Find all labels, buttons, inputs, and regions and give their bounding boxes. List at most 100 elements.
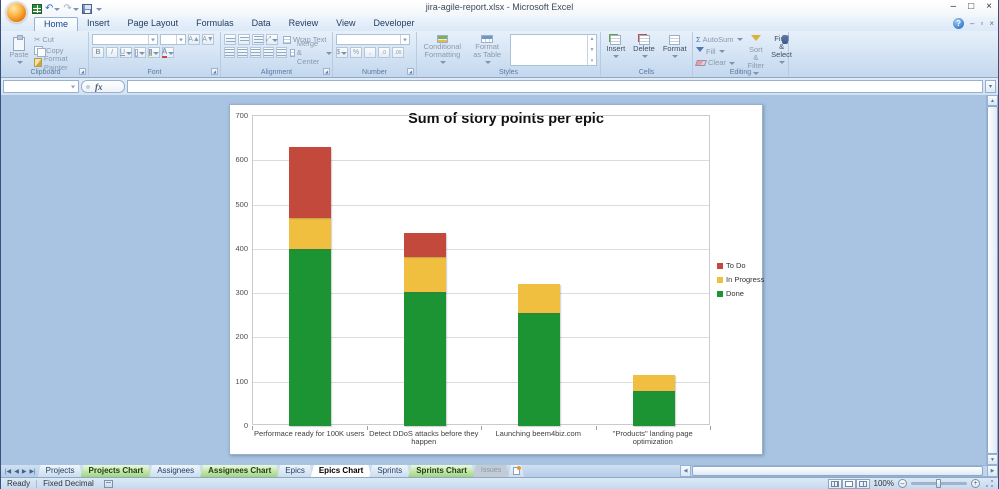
clear-button[interactable]: Clear <box>696 57 743 68</box>
plot-area[interactable] <box>252 115 710 425</box>
ribbon-tab-view[interactable]: View <box>327 17 364 31</box>
scroll-right-icon[interactable]: ▶ <box>987 465 998 477</box>
bar-segment-done-3[interactable] <box>518 313 560 426</box>
font-dialog-launcher[interactable] <box>211 68 218 75</box>
sheet-tab-epics-chart[interactable]: Epics Chart <box>311 465 371 477</box>
sheet-tab-projects[interactable]: Projects <box>38 465 83 477</box>
resize-grip[interactable] <box>984 479 994 489</box>
accounting-format-button[interactable]: $ <box>336 47 348 58</box>
fill-color-button[interactable] <box>148 47 160 58</box>
cell-styles-gallery[interactable]: ▲ ▼ ▾ <box>510 34 597 66</box>
cut-button[interactable]: ✂Cut <box>34 34 85 45</box>
first-sheet-button[interactable]: |◀ <box>5 468 11 475</box>
find-select-button[interactable]: Find & Select <box>769 34 794 68</box>
increase-indent-button[interactable] <box>276 47 287 58</box>
help-icon[interactable]: ? <box>953 18 964 29</box>
number-dialog-launcher[interactable] <box>407 68 414 75</box>
ribbon-tab-insert[interactable]: Insert <box>78 17 119 31</box>
chart-legend[interactable]: To DoIn ProgressDone <box>717 261 764 298</box>
page-layout-view-button[interactable] <box>842 479 856 489</box>
format-cells-button[interactable]: Format <box>661 34 689 68</box>
borders-button[interactable] <box>134 47 146 58</box>
office-button-icon[interactable] <box>6 2 27 23</box>
ribbon-tab-formulas[interactable]: Formulas <box>187 17 243 31</box>
vertical-scrollbar[interactable]: ▲ ▼ <box>986 95 998 465</box>
underline-button[interactable]: U <box>120 47 132 58</box>
next-sheet-button[interactable]: ▶ <box>22 468 27 475</box>
italic-button[interactable]: I <box>106 47 118 58</box>
insert-worksheet-button[interactable] <box>508 465 524 477</box>
horizontal-scrollbar[interactable]: ◀ ▶ <box>680 465 998 477</box>
zoom-in-icon[interactable]: + <box>971 479 980 488</box>
bar-segment-to-do-2[interactable] <box>404 233 446 256</box>
legend-item-done[interactable]: Done <box>717 289 764 298</box>
bold-button[interactable]: B <box>92 47 104 58</box>
close-button[interactable]: × <box>986 1 992 12</box>
workbook-restore-button[interactable]: ▫ <box>980 18 983 29</box>
minimize-button[interactable]: – <box>951 1 957 12</box>
decrease-indent-button[interactable] <box>263 47 274 58</box>
gallery-down-icon[interactable]: ▼ <box>590 47 595 53</box>
ribbon-tab-home[interactable]: Home <box>34 17 78 31</box>
font-name-combo[interactable] <box>92 34 158 45</box>
zoom-slider-thumb[interactable] <box>936 479 941 488</box>
zoom-slider[interactable] <box>911 482 967 485</box>
fill-button[interactable]: Fill <box>696 46 743 57</box>
sheet-tab-assignees[interactable]: Assignees <box>149 465 202 477</box>
sheet-tab-issues[interactable]: Issues <box>473 465 509 477</box>
sheet-tab-assignees-chart[interactable]: Assignees Chart <box>200 465 279 477</box>
percent-style-button[interactable]: % <box>350 47 362 58</box>
sheet-tab-sprints-chart[interactable]: Sprints Chart <box>408 465 475 477</box>
sort-filter-button[interactable]: Sort & Filter <box>746 34 767 68</box>
comma-style-button[interactable]: , <box>364 47 376 58</box>
align-right-button[interactable] <box>250 47 261 58</box>
macro-record-icon[interactable] <box>104 480 113 488</box>
workbook-minimize-button[interactable]: – <box>970 18 974 29</box>
bar-segment-in-progress-1[interactable] <box>289 218 331 249</box>
bar-segment-in-progress-4[interactable] <box>633 375 675 391</box>
font-name-dropdown-icon[interactable] <box>148 35 157 44</box>
horizontal-scroll-thumb[interactable] <box>692 466 983 476</box>
align-center-button[interactable] <box>237 47 248 58</box>
horizontal-scroll-track[interactable] <box>691 465 987 477</box>
scroll-left-icon[interactable]: ◀ <box>680 465 691 477</box>
normal-view-button[interactable] <box>828 479 842 489</box>
formula-input[interactable] <box>127 80 983 93</box>
font-color-button[interactable]: A <box>162 47 174 58</box>
bar-segment-done-1[interactable] <box>289 249 331 426</box>
gallery-more-icon[interactable]: ▾ <box>591 58 594 64</box>
decrease-decimal-button[interactable]: .00 <box>392 47 404 58</box>
name-box[interactable] <box>3 80 79 93</box>
font-size-dropdown-icon[interactable] <box>176 35 185 44</box>
grow-font-button[interactable]: A▲ <box>188 34 200 45</box>
clipboard-dialog-launcher[interactable] <box>79 68 86 75</box>
number-format-dropdown-icon[interactable] <box>400 35 409 44</box>
last-sheet-button[interactable]: ▶| <box>29 468 35 475</box>
align-bottom-button[interactable] <box>252 34 264 45</box>
align-middle-button[interactable] <box>238 34 250 45</box>
scroll-down-icon[interactable]: ▼ <box>987 454 998 465</box>
bar-segment-to-do-1[interactable] <box>289 147 331 218</box>
sheet-tab-projects-chart[interactable]: Projects Chart <box>81 465 152 477</box>
format-as-table-button[interactable]: Format as Table <box>469 34 506 68</box>
autosum-button[interactable]: ΣAutoSum <box>696 34 743 45</box>
font-size-combo[interactable] <box>160 34 186 45</box>
orientation-button[interactable]: ⤢ <box>266 34 278 45</box>
legend-item-to-do[interactable]: To Do <box>717 261 764 270</box>
merge-center-button[interactable]: Merge & Center <box>290 47 332 58</box>
zoom-out-icon[interactable]: – <box>898 479 907 488</box>
sheet-tab-epics[interactable]: Epics <box>277 465 313 477</box>
ribbon-tab-review[interactable]: Review <box>280 17 328 31</box>
alignment-dialog-launcher[interactable] <box>323 68 330 75</box>
align-top-button[interactable] <box>224 34 236 45</box>
sheet-tab-sprints[interactable]: Sprints <box>369 465 410 477</box>
ribbon-tab-developer[interactable]: Developer <box>364 17 423 31</box>
format-painter-button[interactable]: Format Painter <box>34 57 85 68</box>
bar-segment-in-progress-2[interactable] <box>404 257 446 292</box>
bar-segment-done-4[interactable] <box>633 391 675 426</box>
insert-cells-button[interactable]: Insert <box>604 34 627 68</box>
vertical-scroll-thumb[interactable] <box>987 106 998 454</box>
gallery-up-icon[interactable]: ▲ <box>590 36 595 42</box>
formula-bar-expand-button[interactable]: ▾ <box>985 80 996 93</box>
shrink-font-button[interactable]: A▼ <box>202 34 214 45</box>
